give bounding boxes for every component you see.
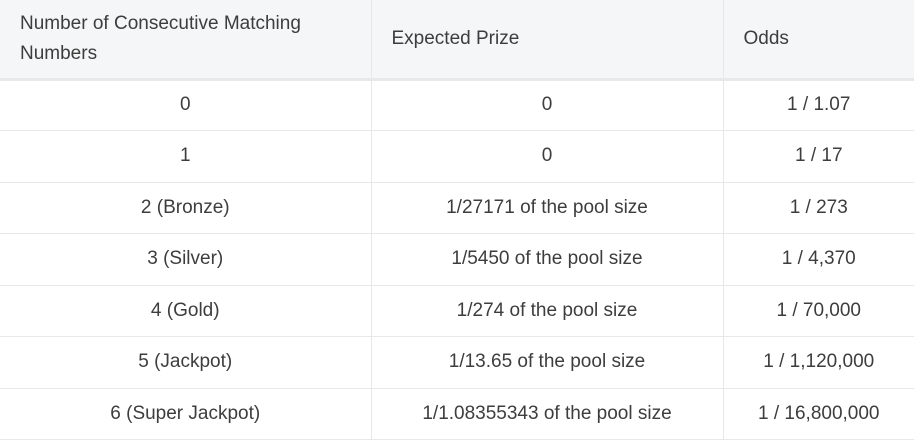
cell-expected-prize: 1/27171 of the pool size [370,182,723,234]
cell-matching-numbers: 2 (Bronze) [0,182,371,234]
cell-odds: 1 / 1,120,000 [722,336,914,389]
cell-odds: 1 / 70,000 [722,285,914,337]
table-row: 4 (Gold) 1/274 of the pool size 1 / 70,0… [0,285,914,337]
cell-odds: 1 / 4,370 [722,233,914,286]
cell-matching-numbers: 6 (Super Jackpot) [0,388,371,440]
cell-odds: 1 / 1.07 [722,79,914,131]
cell-matching-numbers: 1 [0,130,371,183]
header-matching-numbers: Number of Consecutive Matching Numbers [0,0,371,81]
cell-odds: 1 / 273 [722,182,914,234]
cell-odds: 1 / 16,800,000 [722,388,914,440]
cell-odds: 1 / 17 [722,130,914,183]
header-odds: Odds [722,0,914,81]
table-row: 1 0 1 / 17 [0,130,914,183]
cell-expected-prize: 0 [370,79,723,131]
table-row: 3 (Silver) 1/5450 of the pool size 1 / 4… [0,233,914,286]
table-row: 5 (Jackpot) 1/13.65 of the pool size 1 /… [0,336,914,389]
cell-expected-prize: 1/13.65 of the pool size [370,336,723,389]
header-row: Number of Consecutive Matching Numbers E… [0,0,914,81]
cell-matching-numbers: 4 (Gold) [0,285,371,337]
cell-expected-prize: 1/274 of the pool size [370,285,723,337]
table-row: 2 (Bronze) 1/27171 of the pool size 1 / … [0,182,914,234]
cell-expected-prize: 1/5450 of the pool size [370,233,723,286]
cell-expected-prize: 0 [370,130,723,183]
table-body: 0 0 1 / 1.07 1 0 1 / 17 2 (Bronze) 1/271… [0,79,914,440]
cell-matching-numbers: 5 (Jackpot) [0,336,371,389]
cell-matching-numbers: 0 [0,79,371,131]
header-expected-prize: Expected Prize [370,0,723,81]
table-row: 6 (Super Jackpot) 1/1.08355343 of the po… [0,388,914,440]
table-row: 0 0 1 / 1.07 [0,79,914,131]
cell-matching-numbers: 3 (Silver) [0,233,371,286]
prize-odds-table: Number of Consecutive Matching Numbers E… [0,0,914,440]
table-header: Number of Consecutive Matching Numbers E… [0,0,914,81]
cell-expected-prize: 1/1.08355343 of the pool size [370,388,723,440]
